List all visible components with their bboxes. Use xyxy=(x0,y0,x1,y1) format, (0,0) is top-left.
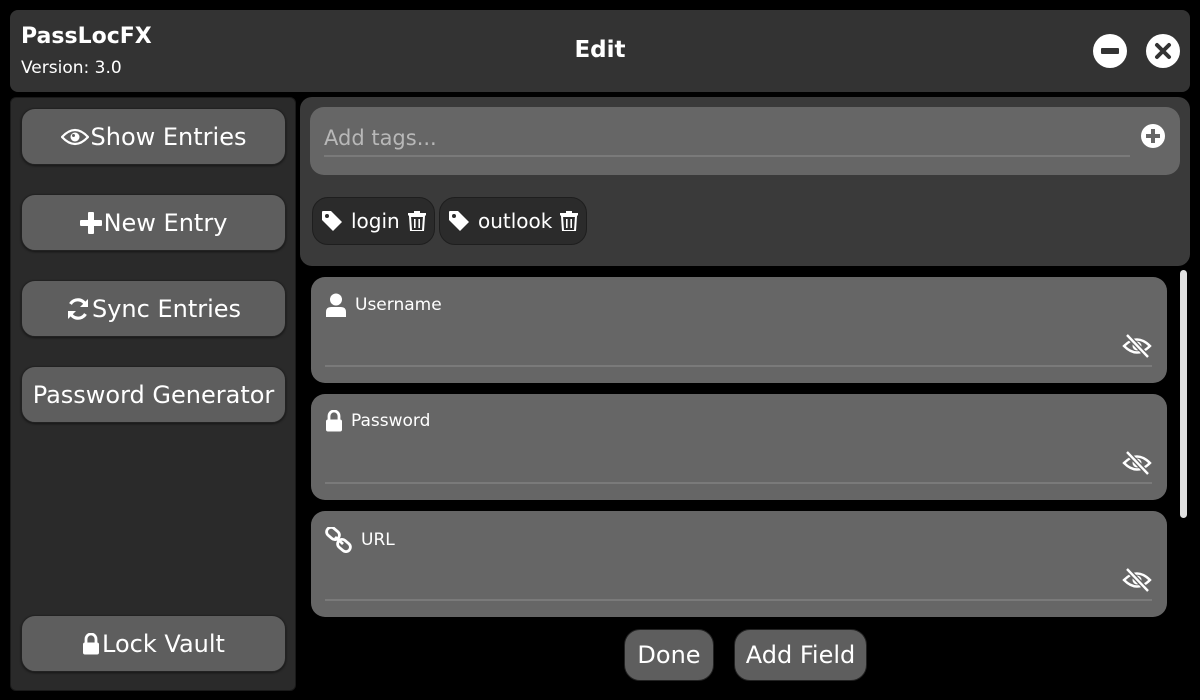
show-entries-label: Show Entries xyxy=(90,122,247,151)
password-generator-button[interactable]: Password Generator xyxy=(21,366,286,423)
lock-icon xyxy=(83,632,100,654)
page-title: Edit xyxy=(574,37,626,63)
username-field-card: Username xyxy=(311,277,1167,383)
password-input[interactable] xyxy=(325,450,1152,484)
add-field-button[interactable]: Add Field xyxy=(734,629,867,681)
eye-slash-icon[interactable] xyxy=(1122,333,1152,359)
delete-tag-button[interactable] xyxy=(560,211,579,231)
eye-slash-icon[interactable] xyxy=(1122,567,1152,593)
username-label-text: Username xyxy=(355,295,442,315)
sync-entries-button[interactable]: Sync Entries xyxy=(21,280,286,337)
minus-circle-icon xyxy=(1101,48,1119,54)
eye-icon xyxy=(60,128,89,145)
user-icon xyxy=(326,293,346,317)
lock-icon xyxy=(326,410,342,432)
tag-icon xyxy=(449,211,469,231)
add-tag-icon[interactable] xyxy=(1141,124,1165,148)
trash-icon xyxy=(407,211,426,231)
title-bar: PassLocFX Version: 3.0 Edit xyxy=(10,10,1190,92)
lock-vault-button[interactable]: Lock Vault xyxy=(21,615,286,672)
trash-icon xyxy=(560,211,579,231)
url-field-card: URL xyxy=(311,511,1167,617)
password-field-card: Password xyxy=(311,394,1167,500)
fields-scrollbar[interactable] xyxy=(1180,270,1187,518)
password-label: Password xyxy=(325,410,430,432)
username-input[interactable] xyxy=(325,333,1152,367)
sync-entries-label: Sync Entries xyxy=(91,294,242,323)
lock-vault-label: Lock Vault xyxy=(102,629,225,658)
plus-icon xyxy=(79,211,102,234)
minimize-button[interactable] xyxy=(1093,34,1127,68)
delete-tag-button[interactable] xyxy=(407,211,426,231)
new-entry-label: New Entry xyxy=(103,208,228,237)
tag-icon xyxy=(322,211,342,231)
tag-chip-outlook: outlook xyxy=(439,197,588,245)
done-button[interactable]: Done xyxy=(624,629,714,681)
url-label: URL xyxy=(325,527,395,553)
tag-chip-label: login xyxy=(351,209,400,233)
sidebar: Show Entries New Entry Sync Entries Pass… xyxy=(10,97,296,691)
tag-chip-login: login xyxy=(312,197,435,245)
url-input[interactable] xyxy=(325,567,1152,601)
show-entries-button[interactable]: Show Entries xyxy=(21,108,286,165)
sync-icon xyxy=(67,297,88,320)
tags-panel: login outlook xyxy=(300,97,1190,266)
x-circle-icon xyxy=(1155,43,1171,59)
tag-input[interactable] xyxy=(324,121,1130,157)
new-entry-button[interactable]: New Entry xyxy=(21,194,286,251)
eye-slash-icon[interactable] xyxy=(1122,450,1152,476)
link-icon xyxy=(325,527,352,553)
username-label: Username xyxy=(325,293,442,317)
tag-chip-label: outlook xyxy=(478,209,553,233)
url-label-text: URL xyxy=(361,530,395,550)
password-generator-label: Password Generator xyxy=(32,380,275,409)
tag-input-container xyxy=(310,107,1180,175)
password-label-text: Password xyxy=(351,411,431,431)
close-button[interactable] xyxy=(1146,34,1180,68)
